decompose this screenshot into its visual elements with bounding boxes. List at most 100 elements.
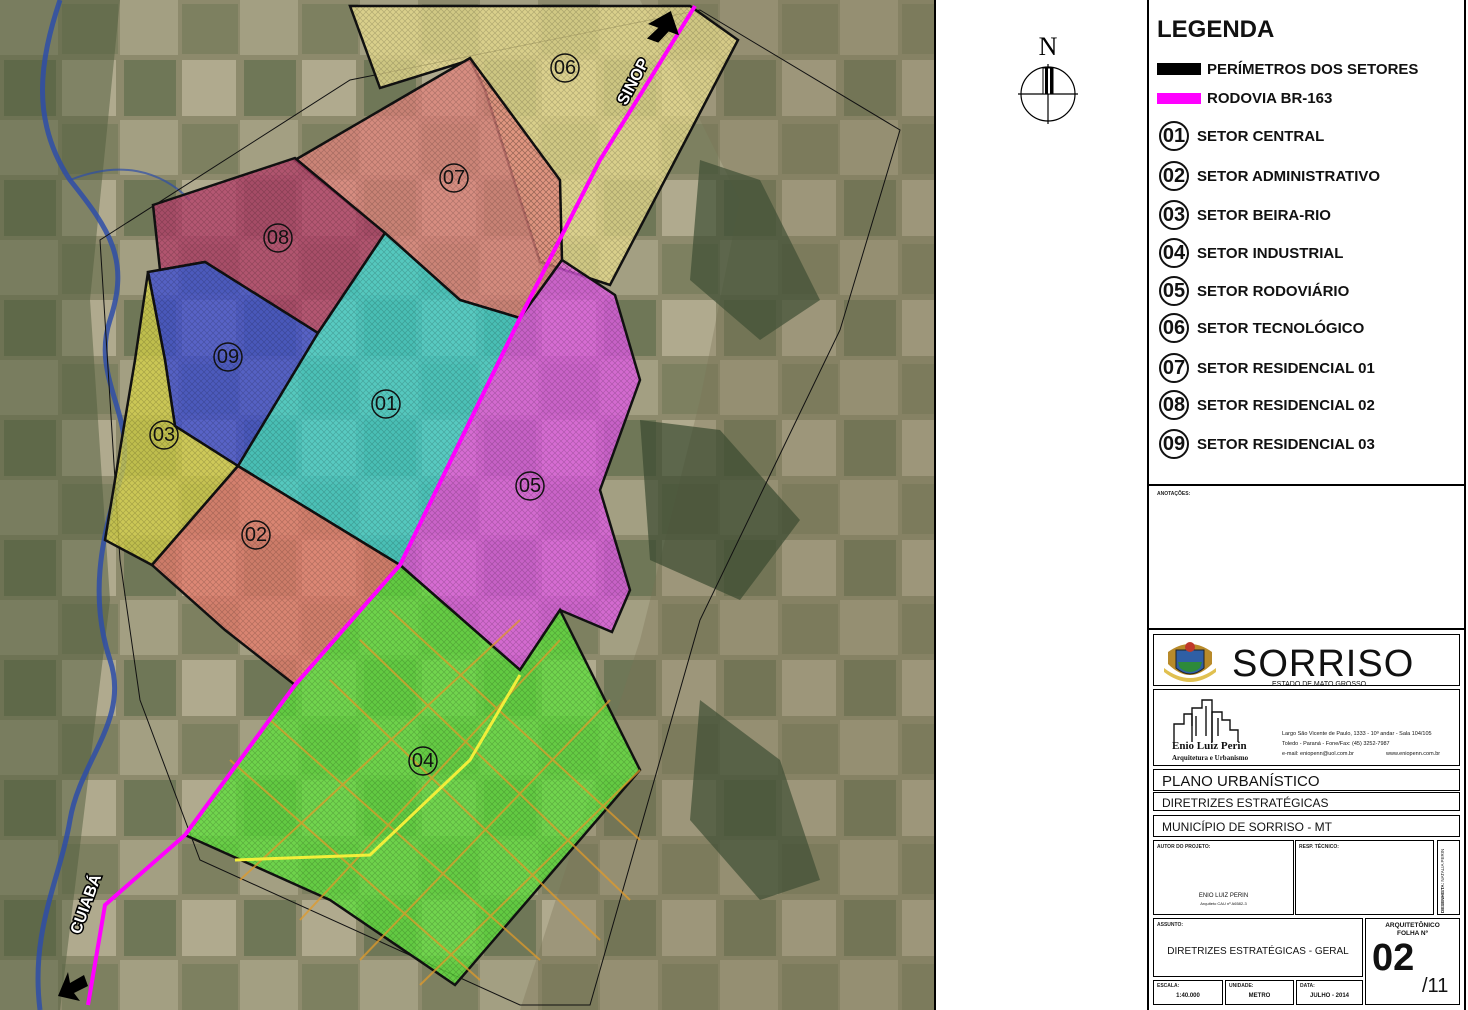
legend-sector-05: 05 SETOR RODOVIÁRIO <box>1157 275 1349 307</box>
legend-sector-label: SETOR RESIDENCIAL 01 <box>1197 359 1375 377</box>
sector-label-04: 04 <box>408 746 438 776</box>
legend-sector-label: SETOR RODOVIÁRIO <box>1197 282 1350 300</box>
firm-logo-buildings-icon <box>1173 699 1239 742</box>
legend-sector-06: 06 SETOR TECNOLÓGICO <box>1157 312 1364 344</box>
subject-label: ASSUNTO: <box>1157 922 1184 928</box>
legend-sector-label: SETOR CENTRAL <box>1197 127 1325 145</box>
legend-sector-number: 01 <box>1159 121 1189 151</box>
svg-text:09: 09 <box>217 346 239 368</box>
firm-address-2: Toledo - Paraná - Fone/Fax: (45) 3252-79… <box>1282 741 1390 747</box>
legend-sector-label: SETOR RESIDENCIAL 03 <box>1197 435 1375 453</box>
legend-sector-number: 04 <box>1159 238 1189 268</box>
svg-text:01: 01 <box>375 393 397 415</box>
firm-subtitle: Arquitetura e Urbanismo <box>1172 754 1249 762</box>
sector-label-07: 07 <box>439 163 469 193</box>
sheet-box: ARQUITETÔNICO FOLHA Nº 02 /11 <box>1365 918 1460 1005</box>
sheet-type: ARQUITETÔNICO <box>1385 922 1440 929</box>
unit-label: UNIDADE: <box>1229 983 1254 989</box>
tech-box: RESP. TÉCNICO: <box>1295 840 1434 915</box>
state-subtitle: ESTADO DE MATO GROSSO <box>1272 681 1367 688</box>
municipality-row: MUNICÍPIO DE SORRISO - MT <box>1153 815 1460 837</box>
legend-sector-label: SETOR RESIDENCIAL 02 <box>1197 396 1375 414</box>
city-coat-of-arms-icon <box>1164 642 1216 682</box>
map-area: SINOP CUIABÁ 06 07 08 09 01 03 05 02 04 <box>0 0 934 1010</box>
satellite-map: SINOP CUIABÁ 06 07 08 09 01 03 05 02 04 <box>0 0 934 1010</box>
author-name: ENIO LUIZ PERIN <box>1198 893 1249 899</box>
legend-perimetros: PERÍMETROS DOS SETORES <box>1157 54 1418 84</box>
perimetros-label: PERÍMETROS DOS SETORES <box>1207 60 1419 78</box>
drawn-box: DESENHISTA: NATALIA PERIN <box>1437 840 1460 915</box>
firm-website: www.eniopenn.com.br <box>1386 751 1441 757</box>
sector-label-08: 08 <box>263 223 293 253</box>
plan-subtitle-row: DIRETRIZES ESTRATÉGICAS <box>1153 792 1460 811</box>
drawn-name: NATALIA PERIN <box>1440 848 1445 882</box>
svg-text:05: 05 <box>519 475 541 497</box>
svg-text:07: 07 <box>443 167 465 189</box>
legend-sector-number: 07 <box>1159 353 1189 383</box>
compass-north-letter: N <box>1038 32 1058 61</box>
sector-label-03: 03 <box>149 420 179 450</box>
author-box: AUTOR DO PROJETO: ENIO LUIZ PERIN Arquit… <box>1153 840 1294 915</box>
date-value: JULHO - 2014 <box>1309 993 1349 999</box>
svg-text:06: 06 <box>554 57 576 79</box>
svg-text:04: 04 <box>412 750 434 772</box>
legend-sector-07: 07 SETOR RESIDENCIAL 01 <box>1157 352 1375 384</box>
svg-text:02: 02 <box>245 524 267 546</box>
sector-label-01: 01 <box>371 389 401 419</box>
sector-label-06: 06 <box>550 53 580 83</box>
legend-sector-number: 06 <box>1159 313 1189 343</box>
svg-text:03: 03 <box>153 424 175 446</box>
legend-sector-number: 08 <box>1159 390 1189 420</box>
drawn-label-text: DESENHISTA: <box>1440 882 1445 913</box>
margin-column <box>934 0 1147 1010</box>
author-registration: Arquiteto CAU nº A6582-3 <box>1200 901 1247 906</box>
legend-sector-label: SETOR BEIRA-RIO <box>1197 206 1331 224</box>
north-compass: N <box>1016 32 1080 124</box>
firm-box: Enio Luiz Perin Arquitetura e Urbanismo … <box>1153 689 1460 766</box>
sector-label-05: 05 <box>515 471 545 501</box>
legend-sector-number: 05 <box>1159 276 1189 306</box>
legend-sector-03: 03 SETOR BEIRA-RIO <box>1157 199 1331 231</box>
firm-address-1: Largo São Vicente de Paulo, 1333 - 10º a… <box>1282 731 1432 737</box>
annotations-label: ANOTAÇÕES: <box>1157 491 1191 497</box>
sheet-label: FOLHA Nº <box>1396 930 1429 937</box>
plan-row: PLANO URBANÍSTICO <box>1153 769 1460 791</box>
legend-sector-label: SETOR INDUSTRIAL <box>1197 244 1344 262</box>
legend-sector-02: 02 SETOR ADMINISTRATIVO <box>1157 160 1380 192</box>
legend-sector-01: 01 SETOR CENTRAL <box>1157 120 1324 152</box>
svg-text:08: 08 <box>267 227 289 249</box>
firm-email: e-mail: eniopenn@uol.com.br <box>1282 751 1354 757</box>
legend-sector-number: 03 <box>1159 200 1189 230</box>
legend-panel: LEGENDA PERÍMETROS DOS SETORES RODOVIA B… <box>1147 0 1466 1010</box>
tech-label: RESP. TÉCNICO: <box>1299 844 1339 850</box>
date-box: DATA: JULHO - 2014 <box>1296 980 1363 1005</box>
plan-title: PLANO URBANÍSTICO <box>1162 773 1320 790</box>
perimetros-swatch <box>1157 63 1201 75</box>
sheet-number: 02 <box>1372 937 1415 979</box>
subject-box: ASSUNTO: DIRETRIZES ESTRATÉGICAS - GERAL <box>1153 918 1363 977</box>
legend-title: LEGENDA <box>1157 16 1275 43</box>
firm-name: Enio Luiz Perin <box>1172 740 1247 752</box>
legend-sector-04: 04 SETOR INDUSTRIAL <box>1157 237 1343 269</box>
legend-sector-label: SETOR TECNOLÓGICO <box>1197 319 1365 337</box>
city-title: SORRISO <box>1232 643 1415 685</box>
legend-sector-label: SETOR ADMINISTRATIVO <box>1197 167 1381 185</box>
unit-value: METRO <box>1248 993 1271 999</box>
legend-sector-09: 09 SETOR RESIDENCIAL 03 <box>1157 428 1375 460</box>
rodovia-label: RODOVIA BR-163 <box>1207 89 1333 107</box>
unit-box: UNIDADE: METRO <box>1225 980 1294 1005</box>
scale-box: ESCALA: 1:40.000 <box>1153 980 1223 1005</box>
sheet-total: /11 <box>1422 975 1449 997</box>
legend-sector-number: 02 <box>1159 161 1189 191</box>
sector-label-09: 09 <box>213 342 243 372</box>
rodovia-swatch <box>1157 92 1201 104</box>
legend-sector-08: 08 SETOR RESIDENCIAL 02 <box>1157 389 1375 421</box>
subject: DIRETRIZES ESTRATÉGICAS - GERAL <box>1167 946 1349 957</box>
legend-sector-number: 09 <box>1159 429 1189 459</box>
plan-subtitle: DIRETRIZES ESTRATÉGICAS <box>1162 796 1329 810</box>
date-label: DATA: <box>1300 983 1315 989</box>
author-label: AUTOR DO PROJETO: <box>1157 844 1211 850</box>
scale-value: 1:40.000 <box>1176 993 1200 999</box>
sector-label-02: 02 <box>241 520 271 550</box>
city-header: SORRISO ESTADO DE MATO GROSSO <box>1153 634 1460 688</box>
